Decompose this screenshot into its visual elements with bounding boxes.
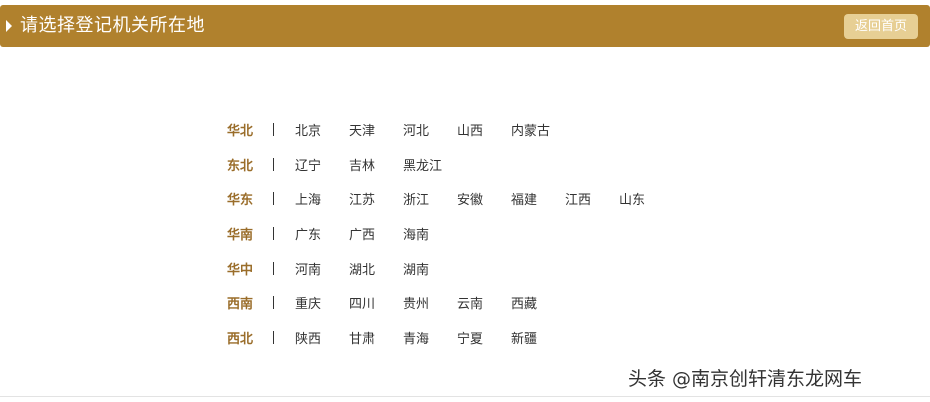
region-label: 东北 [227,158,254,174]
province-link[interactable]: 内蒙古 [511,120,565,139]
region-divider [273,296,274,310]
province-link[interactable]: 云南 [457,293,511,312]
province-link[interactable]: 贵州 [403,293,457,312]
region-divider [273,122,274,136]
province-link[interactable]: 河北 [403,120,457,139]
province-link[interactable]: 北京 [295,120,349,139]
province-link[interactable]: 上海 [295,189,349,208]
province-link[interactable]: 江苏 [349,189,403,208]
region-row: 华东 上海 江苏 浙江 安徽 福建 江西 山东 [227,181,673,216]
province-link[interactable]: 广西 [349,224,403,243]
region-divider [273,157,274,171]
province-link[interactable]: 黑龙江 [403,155,457,174]
province-link[interactable]: 湖北 [349,259,403,278]
province-link[interactable]: 陕西 [295,328,349,347]
region-divider [273,330,274,344]
region-label: 西南 [227,297,254,313]
page-title: 请选择登记机关所在地 [20,15,205,36]
region-row: 华北 北京 天津 河北 山西 内蒙古 [227,112,673,147]
region-label: 华东 [227,193,254,209]
province-link[interactable]: 湖南 [403,259,457,278]
province-link[interactable]: 辽宁 [295,155,349,174]
province-link[interactable]: 安徽 [457,189,511,208]
province-link[interactable]: 河南 [295,259,349,278]
province-link[interactable]: 浙江 [403,189,457,208]
region-row: 东北 辽宁 吉林 黑龙江 [227,147,673,182]
region-row: 西北 陕西 甘肃 青海 宁夏 新疆 [227,320,673,355]
region-divider [273,226,274,240]
province-link[interactable]: 西藏 [511,293,565,312]
region-row: 华中 河南 湖北 湖南 [227,251,673,286]
region-label: 西北 [227,331,254,347]
province-link[interactable]: 青海 [403,328,457,347]
province-link[interactable]: 山西 [457,120,511,139]
divider [0,396,930,397]
region-label: 华北 [227,123,254,139]
province-link[interactable]: 四川 [349,293,403,312]
province-link[interactable]: 广东 [295,224,349,243]
back-home-button[interactable]: 返回首页 [844,14,918,39]
region-divider [273,261,274,275]
province-link[interactable]: 江西 [565,189,619,208]
province-link[interactable]: 海南 [403,224,457,243]
region-row: 华南 广东 广西 海南 [227,216,673,251]
region-label: 华南 [227,227,254,243]
region-row: 西南 重庆 四川 贵州 云南 西藏 [227,285,673,320]
province-link[interactable]: 天津 [349,120,403,139]
caret-right-icon [6,20,12,32]
watermark: 头条 @南京创轩清东龙网车 [628,368,863,390]
province-link[interactable]: 山东 [619,189,673,208]
province-link[interactable]: 新疆 [511,328,565,347]
province-link[interactable]: 甘肃 [349,328,403,347]
region-list: 华北 北京 天津 河北 山西 内蒙古东北 辽宁 吉林 黑龙江华东 上海 江苏 浙江 安徽 福建 江西 山东华南… [227,112,673,355]
page-header: 请选择登记机关所在地 返回首页 [0,5,930,47]
province-link[interactable]: 福建 [511,189,565,208]
province-link[interactable]: 吉林 [349,155,403,174]
region-divider [273,192,274,206]
region-label: 华中 [227,262,254,278]
province-link[interactable]: 宁夏 [457,328,511,347]
province-link[interactable]: 重庆 [295,293,349,312]
